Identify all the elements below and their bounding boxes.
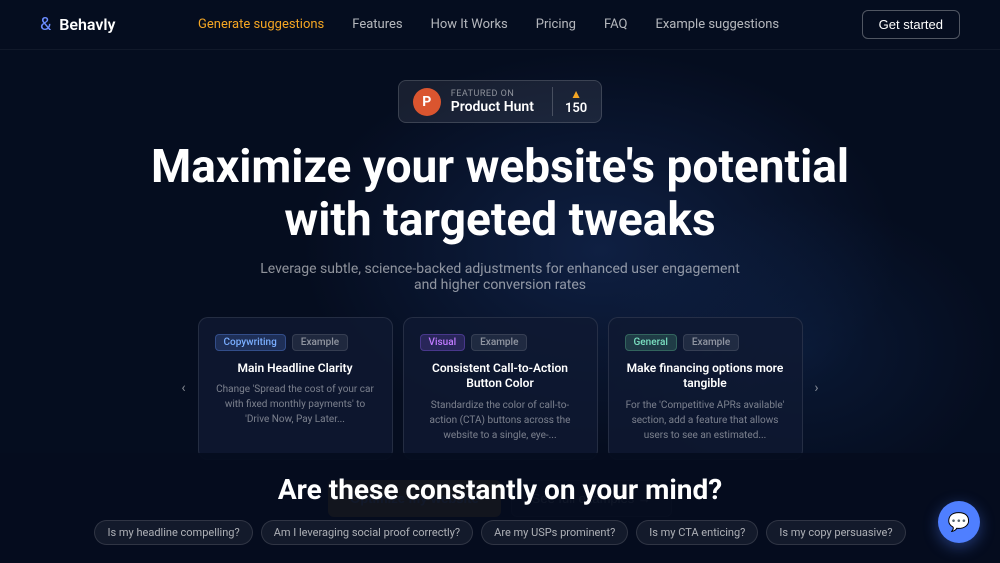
next-arrow[interactable]: › xyxy=(803,374,831,402)
bottom-title: Are these constantly on your mind? xyxy=(40,473,960,506)
card-tags-1: Copywriting Example xyxy=(215,334,376,351)
hero-title-line2: with targeted tweaks xyxy=(284,193,715,247)
product-hunt-badge[interactable]: P FEATURED ON Product Hunt ▲ 150 xyxy=(398,80,602,123)
card-tags-3: General Example xyxy=(625,334,786,351)
navbar: & Behavly Generate suggestions Features … xyxy=(0,0,1000,50)
tag-example-2: Example xyxy=(471,334,527,351)
cards-container: Copywriting Example Main Headline Clarit… xyxy=(198,317,803,460)
ph-name: Product Hunt xyxy=(451,99,534,115)
card-title-2: Consistent Call-to-Action Button Color xyxy=(420,361,581,392)
bottom-section: Are these constantly on your mind? Is my… xyxy=(0,453,1000,563)
nav-links: Generate suggestions Features How It Wor… xyxy=(198,17,779,32)
card-title-1: Main Headline Clarity xyxy=(215,361,376,377)
tag-visual: Visual xyxy=(420,334,466,351)
hero-title: Maximize your website's potential with t… xyxy=(151,141,849,247)
card-desc-1: Change 'Spread the cost of your car with… xyxy=(215,382,376,427)
tag-copywriting: Copywriting xyxy=(215,334,286,351)
chat-icon: 💬 xyxy=(948,512,970,533)
nav-pricing[interactable]: Pricing xyxy=(536,17,576,32)
bottom-tag-2[interactable]: Are my USPs prominent? xyxy=(481,520,628,545)
prev-arrow[interactable]: ‹ xyxy=(170,374,198,402)
tag-general: General xyxy=(625,334,677,351)
card-title-3: Make financing options more tangible xyxy=(625,361,786,392)
nav-examples[interactable]: Example suggestions xyxy=(655,17,779,32)
chat-bubble[interactable]: 💬 xyxy=(938,501,980,543)
ph-arrow-icon: ▲ xyxy=(570,87,582,101)
card-tags-2: Visual Example xyxy=(420,334,581,351)
hero-subtitle: Leverage subtle, science-backed adjustme… xyxy=(250,261,750,293)
nav-faq[interactable]: FAQ xyxy=(604,17,627,32)
card-general: General Example Make financing options m… xyxy=(608,317,803,460)
tag-example-3: Example xyxy=(683,334,739,351)
bottom-tag-1[interactable]: Am I leveraging social proof correctly? xyxy=(261,520,473,545)
cards-row: ‹ Copywriting Example Main Headline Clar… xyxy=(0,317,1000,460)
bottom-tag-0[interactable]: Is my headline compelling? xyxy=(94,520,252,545)
tag-example-1: Example xyxy=(292,334,348,351)
get-started-button[interactable]: Get started xyxy=(862,10,960,39)
logo-icon: & xyxy=(40,14,51,35)
logo-text: Behavly xyxy=(59,15,115,34)
nav-features[interactable]: Features xyxy=(352,17,402,32)
product-hunt-text: FEATURED ON Product Hunt xyxy=(451,89,534,115)
logo[interactable]: & Behavly xyxy=(40,14,116,35)
hero-title-line1: Maximize your website's potential xyxy=(151,140,849,194)
bottom-tag-3[interactable]: Is my CTA enticing? xyxy=(636,520,758,545)
card-visual: Visual Example Consistent Call-to-Action… xyxy=(403,317,598,460)
card-desc-3: For the 'Competitive APRs available' sec… xyxy=(625,398,786,443)
card-desc-2: Standardize the color of call-to-action … xyxy=(420,398,581,443)
hero-section: P FEATURED ON Product Hunt ▲ 150 Maximiz… xyxy=(0,50,1000,517)
ph-number: 150 xyxy=(565,101,587,116)
nav-generate[interactable]: Generate suggestions xyxy=(198,17,324,32)
navbar-right: Get started xyxy=(862,10,960,39)
product-hunt-logo: P xyxy=(413,88,441,116)
bottom-tag-4[interactable]: Is my copy persuasive? xyxy=(766,520,905,545)
ph-featured-on: FEATURED ON xyxy=(451,89,515,99)
nav-how-it-works[interactable]: How It Works xyxy=(431,17,508,32)
ph-vote-count: ▲ 150 xyxy=(552,87,587,116)
bottom-tags: Is my headline compelling? Am I leveragi… xyxy=(40,520,960,545)
card-copywriting: Copywriting Example Main Headline Clarit… xyxy=(198,317,393,460)
